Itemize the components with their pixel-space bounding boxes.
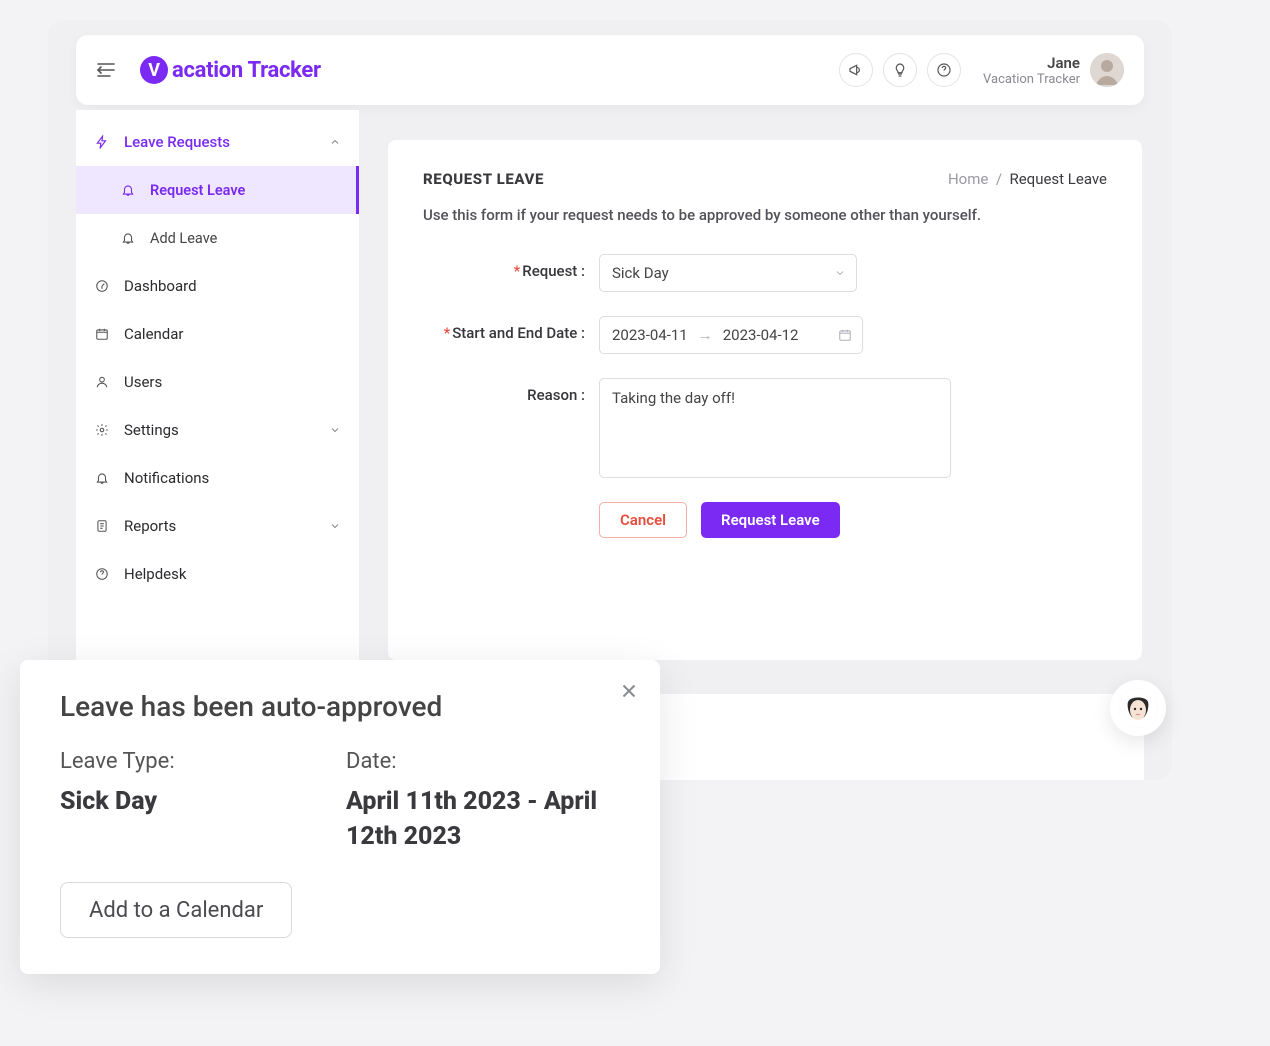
bell-icon xyxy=(120,182,136,198)
breadcrumb: Home / Request Leave xyxy=(948,170,1107,188)
sidebar-item-label: Leave Requests xyxy=(124,133,230,151)
label-reason: Reason : xyxy=(423,378,599,404)
page-description: Use this form if your request needs to b… xyxy=(423,206,1107,224)
sidebar-item-calendar[interactable]: Calendar xyxy=(76,310,359,358)
main-card: REQUEST LEAVE Home / Request Leave Use t… xyxy=(388,140,1142,660)
chat-widget-button[interactable] xyxy=(1110,680,1166,736)
bell-icon xyxy=(120,230,136,246)
breadcrumb-home[interactable]: Home xyxy=(948,170,988,188)
close-icon[interactable] xyxy=(618,680,640,702)
sidebar-item-dashboard[interactable]: Dashboard xyxy=(76,262,359,310)
start-date-value: 2023-04-11 xyxy=(612,326,688,344)
sidebar-item-request-leave[interactable]: Request Leave xyxy=(76,166,359,214)
bolt-icon xyxy=(94,134,110,150)
brand-text: acation Tracker xyxy=(172,58,321,83)
approval-toast: Leave has been auto-approved Leave Type:… xyxy=(20,660,660,974)
chevron-up-icon xyxy=(329,136,341,148)
sidebar-item-notifications[interactable]: Notifications xyxy=(76,454,359,502)
tips-icon[interactable] xyxy=(883,53,917,87)
announcements-icon[interactable] xyxy=(839,53,873,87)
toast-date-value: April 11th 2023 - April 12th 2023 xyxy=(346,784,620,854)
sidebar-item-label: Users xyxy=(124,373,162,391)
breadcrumb-separator: / xyxy=(996,170,1002,188)
date-range-input[interactable]: 2023-04-11 → 2023-04-12 xyxy=(599,316,863,354)
account-sub: Vacation Tracker xyxy=(983,72,1080,87)
sidebar-item-users[interactable]: Users xyxy=(76,358,359,406)
header: V acation Tracker Jane Vacation Tracker xyxy=(76,35,1144,105)
request-type-select[interactable]: Sick Day xyxy=(599,254,857,292)
toast-type-value: Sick Day xyxy=(60,784,346,819)
sidebar-item-helpdesk[interactable]: Helpdesk xyxy=(76,550,359,598)
brand-logo-icon: V xyxy=(140,56,168,84)
cancel-button[interactable]: Cancel xyxy=(599,502,687,538)
sidebar-parent-leave-requests[interactable]: Leave Requests xyxy=(76,118,359,166)
arrow-right-icon: → xyxy=(698,326,713,344)
chevron-down-icon xyxy=(834,267,846,279)
sidebar-item-label: Calendar xyxy=(124,325,184,343)
menu-toggle-icon[interactable] xyxy=(96,59,118,81)
gauge-icon xyxy=(94,278,110,294)
sidebar: Leave Requests Request Leave Add Leave D… xyxy=(76,110,359,710)
sidebar-item-reports[interactable]: Reports xyxy=(76,502,359,550)
add-to-calendar-button[interactable]: Add to a Calendar xyxy=(60,882,292,938)
assistant-avatar-icon xyxy=(1118,688,1158,728)
account-name: Jane xyxy=(983,54,1080,72)
select-value: Sick Day xyxy=(612,264,669,282)
page-title: REQUEST LEAVE xyxy=(423,170,544,188)
sidebar-item-label: Reports xyxy=(124,517,176,535)
calendar-icon xyxy=(838,328,852,342)
reason-value: Taking the day off! xyxy=(612,389,735,407)
label-request: *Request : xyxy=(423,254,599,280)
request-leave-button[interactable]: Request Leave xyxy=(701,502,840,538)
end-date-value: 2023-04-12 xyxy=(723,326,799,344)
gear-icon xyxy=(94,422,110,438)
reason-textarea[interactable]: Taking the day off! xyxy=(599,378,951,478)
user-icon xyxy=(94,374,110,390)
help-icon[interactable] xyxy=(927,53,961,87)
sidebar-item-label: Notifications xyxy=(124,469,209,487)
sidebar-item-label: Settings xyxy=(124,421,179,439)
sidebar-item-label: Dashboard xyxy=(124,277,197,295)
calendar-icon xyxy=(94,326,110,342)
label-dates: *Start and End Date : xyxy=(423,316,599,342)
account-block[interactable]: Jane Vacation Tracker xyxy=(983,53,1124,87)
help-circle-icon xyxy=(94,566,110,582)
chevron-down-icon xyxy=(329,520,341,532)
sidebar-item-label: Request Leave xyxy=(150,182,245,199)
toast-type-label: Leave Type: xyxy=(60,749,346,774)
sidebar-item-settings[interactable]: Settings xyxy=(76,406,359,454)
toast-title: Leave has been auto-approved xyxy=(60,690,620,723)
breadcrumb-current: Request Leave xyxy=(1009,170,1107,188)
sidebar-item-add-leave[interactable]: Add Leave xyxy=(76,214,359,262)
avatar xyxy=(1090,53,1124,87)
bell-icon xyxy=(94,470,110,486)
report-icon xyxy=(94,518,110,534)
chevron-down-icon xyxy=(329,424,341,436)
sidebar-item-label: Helpdesk xyxy=(124,565,186,583)
sidebar-item-label: Add Leave xyxy=(150,230,217,247)
toast-date-label: Date: xyxy=(346,749,620,774)
brand: V acation Tracker xyxy=(140,56,321,84)
